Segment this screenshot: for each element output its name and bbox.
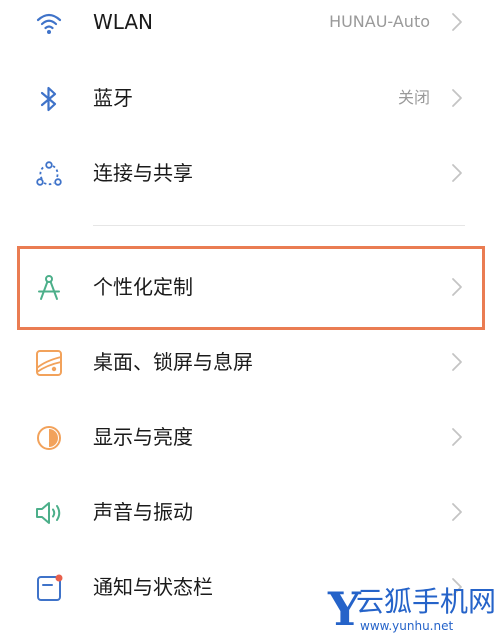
wlan-label: WLAN — [93, 10, 154, 34]
settings-list: WLAN HUNAU-Auto 蓝牙 关闭 连接与共享 个性化定制 桌面、锁屏与… — [0, 0, 502, 644]
group-divider — [93, 225, 465, 226]
connection-sharing-row[interactable]: 连接与共享 — [0, 143, 502, 203]
wlan-network-value: HUNAU-Auto — [329, 12, 430, 31]
wlan-row[interactable]: WLAN HUNAU-Auto — [0, 0, 502, 52]
bluetooth-status-value: 关闭 — [397, 88, 430, 107]
sound-vibration-label: 声音与振动 — [93, 500, 193, 524]
watermark-url: www.yunhu.net — [360, 619, 454, 633]
watermark-logo: Y 云狐手机网 www.yunhu.net — [318, 582, 502, 644]
speaker-icon — [33, 497, 65, 529]
connection-sharing-icon — [33, 158, 65, 190]
bluetooth-row[interactable]: 蓝牙 关闭 — [0, 68, 502, 128]
brightness-icon — [33, 422, 65, 454]
sound-vibration-row[interactable]: 声音与振动 — [0, 482, 502, 542]
notification-icon — [33, 572, 65, 604]
chevron-right-icon — [450, 426, 464, 448]
wallpaper-lockscreen-row[interactable]: 桌面、锁屏与息屏 — [0, 332, 502, 392]
wifi-icon — [33, 7, 65, 39]
connection-sharing-label: 连接与共享 — [93, 161, 193, 185]
notification-statusbar-label: 通知与状态栏 — [93, 575, 213, 599]
watermark-name: 云狐手机网 — [356, 585, 497, 618]
highlight-box — [17, 246, 485, 330]
display-brightness-label: 显示与亮度 — [93, 425, 193, 449]
chevron-right-icon — [450, 11, 464, 33]
wallpaper-icon — [33, 347, 65, 379]
chevron-right-icon — [450, 162, 464, 184]
bluetooth-icon — [33, 83, 65, 115]
wallpaper-lockscreen-label: 桌面、锁屏与息屏 — [93, 350, 253, 374]
chevron-right-icon — [450, 501, 464, 523]
bluetooth-label: 蓝牙 — [93, 86, 133, 110]
chevron-right-icon — [450, 87, 464, 109]
display-brightness-row[interactable]: 显示与亮度 — [0, 407, 502, 467]
chevron-right-icon — [450, 351, 464, 373]
